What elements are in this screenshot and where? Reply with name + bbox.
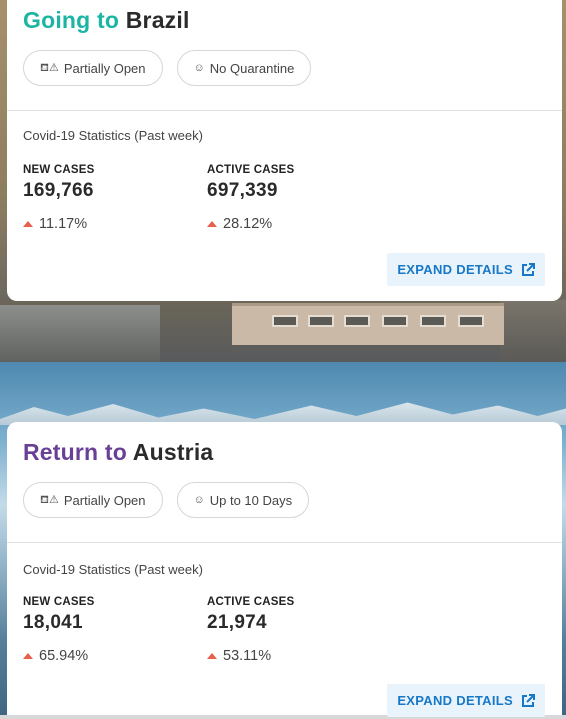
stat-change: 11.17% [23,216,203,232]
heading-prefix: Going to [23,7,120,33]
pill-border-status: ⛾⚠ Partially Open [23,50,163,86]
pill-quarantine-status: ☺ Up to 10 Days [176,482,310,518]
travel-status-pills: ⛾⚠ Partially Open ☺ Up to 10 Days [23,482,310,518]
stat-change-value: 65.94% [39,648,89,664]
stat-active-cases: ACTIVE CASES 21,974 53.11% [207,596,387,664]
expand-details-label: EXPAND DETAILS [397,693,513,708]
background-roof-right [500,300,566,362]
expand-details-button[interactable]: EXPAND DETAILS [387,684,545,717]
stats-section-label: Covid-19 Statistics (Past week) [23,562,203,577]
heading-prefix: Return to [23,439,128,465]
pill-label: Partially Open [63,492,146,508]
pill-label: No Quarantine [209,60,295,76]
heading-destination: Austria [132,439,214,465]
stat-change-value: 11.17% [39,216,88,232]
destination-card-going: Going to Brazil ⛾⚠ Partially Open ☺ No Q… [7,0,562,301]
stat-new-cases: NEW CASES 169,766 11.17% [23,164,203,232]
quarantine-icon: ☺ [193,62,205,74]
pill-label: Partially Open [63,60,146,76]
pill-border-status: ⛾⚠ Partially Open [23,482,163,518]
border-warning-icon: ⛾⚠ [40,61,59,74]
border-warning-icon: ⛾⚠ [40,493,59,506]
external-link-icon [522,262,535,276]
card-divider [7,110,562,111]
stat-title: ACTIVE CASES [207,596,295,608]
pill-quarantine-status: ☺ No Quarantine [176,50,312,86]
trend-up-icon [23,653,33,659]
stat-title: ACTIVE CASES [207,164,295,176]
background-roof [0,305,160,362]
stat-change: 53.11% [207,648,387,664]
stat-new-cases: NEW CASES 18,041 65.94% [23,596,203,664]
trend-up-icon [23,221,33,227]
stat-title: NEW CASES [23,596,95,608]
expand-details-label: EXPAND DETAILS [397,262,513,277]
stat-change-value: 53.11% [223,648,272,664]
trend-up-icon [207,221,217,227]
card-heading: Going to Brazil [23,7,190,34]
stat-change-value: 28.12% [223,216,273,232]
stat-value: 169,766 [23,180,94,201]
stat-title: NEW CASES [23,164,95,176]
background-facade [232,303,504,345]
travel-status-pills: ⛾⚠ Partially Open ☺ No Quarantine [23,50,312,86]
stat-change: 65.94% [23,648,203,664]
destination-card-return: Return to Austria ⛾⚠ Partially Open ☺ Up… [7,422,562,717]
stat-active-cases: ACTIVE CASES 697,339 28.12% [207,164,387,232]
stat-value: 697,339 [207,180,278,201]
trend-up-icon [207,653,217,659]
stat-change: 28.12% [207,216,387,232]
quarantine-icon: ☺ [193,494,205,506]
expand-details-button[interactable]: EXPAND DETAILS [387,253,545,286]
external-link-icon [522,693,535,707]
heading-destination: Brazil [125,7,190,33]
card-heading: Return to Austria [23,439,213,466]
card-divider [7,542,562,543]
stat-value: 18,041 [23,612,83,633]
pill-label: Up to 10 Days [209,492,293,508]
stat-value: 21,974 [207,612,267,633]
stats-section-label: Covid-19 Statistics (Past week) [23,128,203,143]
